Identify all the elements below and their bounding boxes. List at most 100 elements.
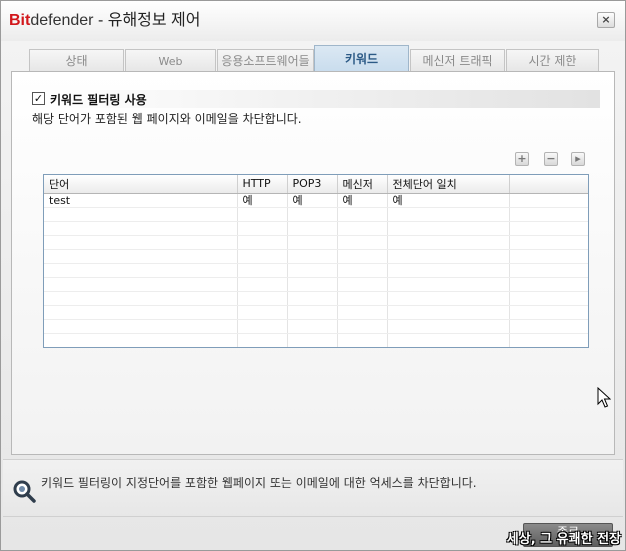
empty-cell: [509, 235, 588, 250]
empty-cell: [509, 207, 588, 222]
magnifier-info-icon: [13, 480, 36, 503]
empty-cell: [509, 277, 588, 292]
window-close-button[interactable]: ×: [597, 12, 615, 28]
empty-cell: [44, 263, 238, 278]
cell-whole-word: 예: [387, 193, 510, 208]
empty-cell: [237, 263, 288, 278]
keyword-filter-checkbox[interactable]: ✓: [32, 92, 45, 105]
empty-cell: [287, 291, 338, 306]
empty-cell: [237, 207, 288, 222]
tab-web[interactable]: Web: [125, 49, 216, 72]
window-title-text: - 유해정보 제어: [93, 12, 201, 29]
table-row[interactable]: test 예 예 예 예: [44, 193, 588, 208]
empty-cell: [237, 277, 288, 292]
empty-cell: [337, 333, 388, 347]
keyword-filter-description: 해당 단어가 포함된 웹 페이지와 이메일을 차단합니다.: [32, 112, 302, 126]
empty-cell: [44, 333, 238, 347]
arrow-right-icon: ▸: [575, 152, 581, 165]
empty-cell: [509, 263, 588, 278]
empty-cell: [287, 319, 338, 334]
window-title: Bitdefender - 유해정보 제어: [9, 11, 200, 31]
empty-cell: [44, 235, 238, 250]
empty-cell: [287, 235, 338, 250]
empty-cell: [337, 291, 388, 306]
empty-cell: [44, 221, 238, 236]
empty-cell: [237, 249, 288, 264]
empty-cell: [237, 305, 288, 320]
cell-filler: [509, 193, 588, 208]
empty-cell: [337, 235, 388, 250]
table-header-row: 단어 HTTP POP3 메신저 전체단어 일치: [44, 175, 588, 194]
column-header-word[interactable]: 단어: [44, 175, 238, 194]
empty-cell: [337, 263, 388, 278]
empty-cell: [387, 235, 510, 250]
keyword-filter-label: 키워드 필터링 사용: [50, 93, 147, 107]
empty-cell: [287, 305, 338, 320]
bitdefender-parental-control-window: Bitdefender - 유해정보 제어 × 상태 Web 응용소프트웨어들 …: [0, 0, 626, 551]
empty-cell: [387, 333, 510, 347]
hint-bar: 키워드 필터링이 지정단어를 포함한 웹페이지 또는 이메일에 대한 억세스를 …: [3, 459, 623, 517]
minus-icon: −: [546, 152, 556, 165]
remove-keyword-button[interactable]: −: [544, 152, 558, 166]
empty-cell: [237, 221, 288, 236]
empty-cell: [337, 305, 388, 320]
column-header-whole-word[interactable]: 전체단어 일치: [387, 175, 510, 194]
empty-table-row: [44, 319, 588, 334]
empty-cell: [337, 221, 388, 236]
empty-cell: [337, 277, 388, 292]
empty-cell: [44, 291, 238, 306]
keyword-filter-row: ✓ 키워드 필터링 사용: [32, 90, 600, 108]
empty-cell: [44, 319, 238, 334]
empty-cell: [44, 249, 238, 264]
keyword-table[interactable]: 단어 HTTP POP3 메신저 전체단어 일치 test 예 예 예 예: [43, 174, 589, 348]
empty-cell: [287, 333, 338, 347]
empty-table-row: [44, 249, 588, 264]
tab-applications[interactable]: 응용소프트웨어들: [217, 49, 314, 72]
empty-cell: [387, 221, 510, 236]
empty-cell: [237, 333, 288, 347]
tab-status[interactable]: 상태: [29, 49, 124, 72]
hint-text: 키워드 필터링이 지정단어를 포함한 웹페이지 또는 이메일에 대한 억세스를 …: [41, 476, 477, 490]
empty-cell: [44, 207, 238, 222]
empty-cell: [337, 249, 388, 264]
empty-table-row: [44, 333, 588, 347]
empty-cell: [387, 305, 510, 320]
empty-cell: [387, 249, 510, 264]
empty-cell: [387, 291, 510, 306]
empty-cell: [287, 263, 338, 278]
keyword-panel: ✓ 키워드 필터링 사용 해당 단어가 포함된 웹 페이지와 이메일을 차단합니…: [11, 71, 615, 455]
cell-word: test: [44, 193, 238, 208]
edit-keyword-button[interactable]: ▸: [571, 152, 585, 166]
empty-cell: [509, 305, 588, 320]
watermark: 세상, 그 유쾌한 전장: [506, 532, 621, 547]
empty-table-row: [44, 235, 588, 250]
tab-web-label: Web: [158, 55, 183, 68]
empty-table-row: [44, 221, 588, 236]
column-header-http[interactable]: HTTP: [237, 175, 288, 194]
tab-bar: 상태 Web 응용소프트웨어들 키워드 메신저 트래픽 시간 제한: [29, 45, 601, 73]
empty-table-row: [44, 277, 588, 292]
empty-cell: [287, 221, 338, 236]
empty-cell: [337, 207, 388, 222]
mouse-cursor-icon: [597, 387, 611, 408]
empty-cell: [387, 263, 510, 278]
empty-cell: [387, 277, 510, 292]
tab-keywords[interactable]: 키워드: [314, 45, 409, 73]
add-keyword-button[interactable]: +: [515, 152, 529, 166]
empty-cell: [287, 277, 338, 292]
column-header-messenger[interactable]: 메신저: [337, 175, 388, 194]
column-header-pop3[interactable]: POP3: [287, 175, 338, 194]
empty-rows: [44, 207, 588, 347]
tab-time-limit[interactable]: 시간 제한: [506, 49, 599, 72]
brand-logo-defender: defender: [30, 12, 94, 29]
empty-cell: [509, 333, 588, 347]
empty-cell: [287, 207, 338, 222]
empty-cell: [44, 305, 238, 320]
tab-messenger-traffic[interactable]: 메신저 트래픽: [410, 49, 505, 72]
empty-cell: [509, 249, 588, 264]
empty-cell: [337, 319, 388, 334]
brand-logo-bit: Bit: [9, 12, 31, 29]
empty-cell: [509, 221, 588, 236]
empty-cell: [509, 291, 588, 306]
title-bar: Bitdefender - 유해정보 제어 ×: [1, 1, 625, 41]
